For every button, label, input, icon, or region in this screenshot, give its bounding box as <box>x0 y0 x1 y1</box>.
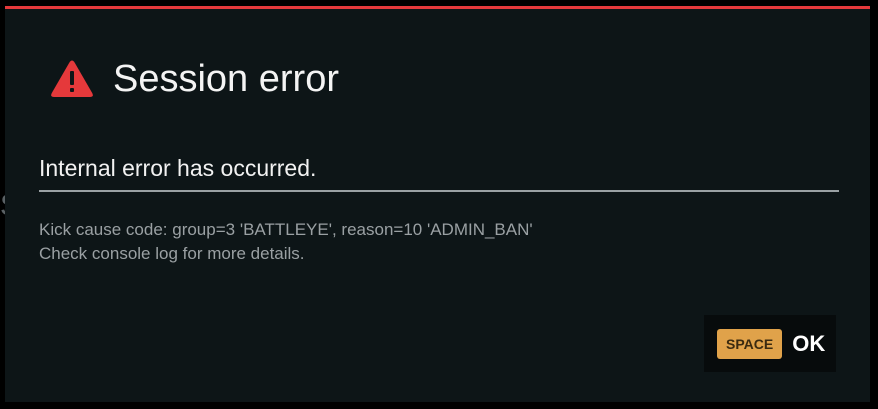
ok-label: OK <box>792 330 826 356</box>
error-message: Internal error has occurred. <box>39 155 317 181</box>
kick-cause-line: Kick cause code: group=3 'BATTLEYE', rea… <box>39 220 533 239</box>
divider <box>39 190 839 192</box>
dialog-title: Session error <box>113 58 339 100</box>
dialog-header: Session error <box>50 57 339 101</box>
error-details: Kick cause code: group=3 'BATTLEYE', rea… <box>39 218 533 266</box>
warning-triangle-icon <box>51 60 93 97</box>
ok-button[interactable]: SPACE OK <box>704 315 836 372</box>
console-log-hint: Check console log for more details. <box>39 244 305 263</box>
session-error-dialog: Session error Internal error has occurre… <box>5 6 870 402</box>
space-key-badge: SPACE <box>717 328 783 359</box>
